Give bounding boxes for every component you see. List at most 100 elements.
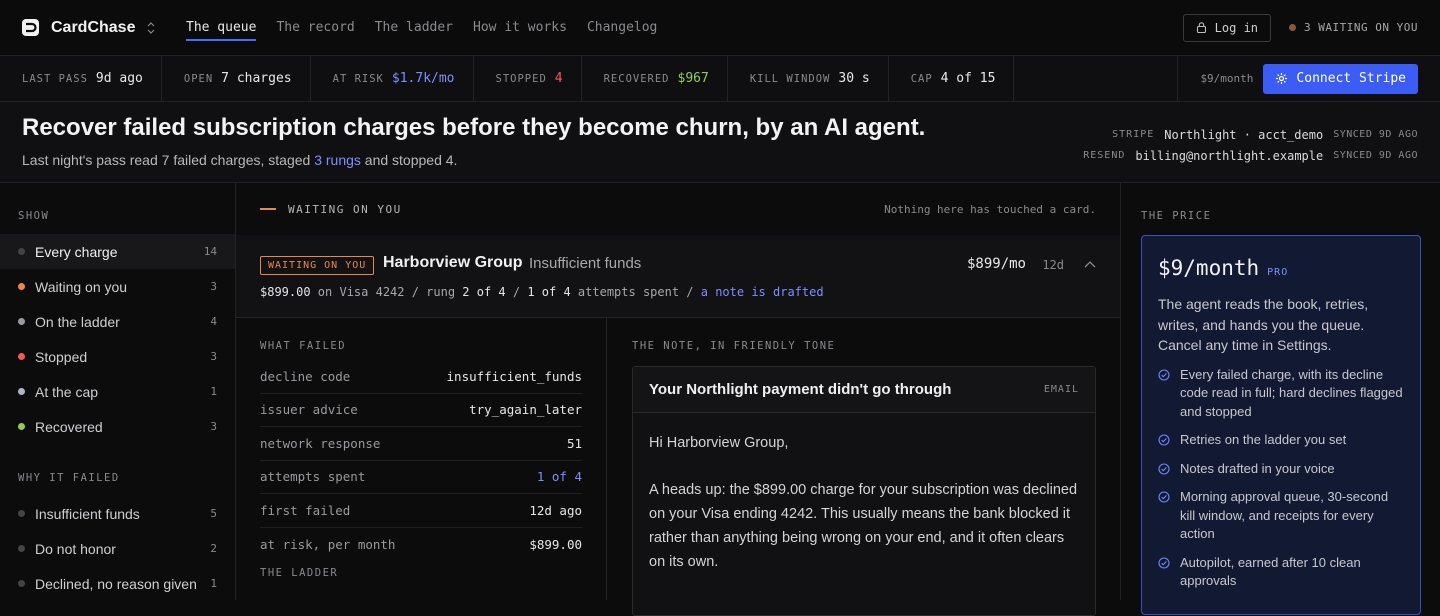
- filter-stopped[interactable]: Stopped 3: [0, 339, 235, 374]
- check-circle-icon: [1158, 368, 1170, 381]
- note-preview[interactable]: Your Northlight payment didn't go throug…: [632, 366, 1096, 616]
- page-subtitle: Last night's pass read 7 failed charges,…: [22, 152, 457, 168]
- detail-value: 1 of 4: [536, 469, 582, 485]
- line-attempts: 1 of 4: [527, 285, 571, 299]
- stat-kill-window: KILL WINDOW 30 s: [728, 55, 889, 102]
- waiting-label: 3 WAITING ON YOU: [1304, 21, 1418, 34]
- status-dot-icon: [18, 423, 25, 430]
- detail-value: 51: [566, 435, 582, 451]
- filter-count: 14: [203, 245, 217, 258]
- decline-reason: Insufficient funds: [529, 255, 642, 272]
- status-badge: WAITING ON YOU: [260, 256, 375, 275]
- customer-name: Harborview Group: [383, 254, 523, 271]
- note-subject: Your Northlight payment didn't go throug…: [649, 381, 952, 398]
- filter-label: Waiting on you: [35, 278, 128, 295]
- failure-detail-row: attempts spent 1 of 4: [260, 461, 582, 494]
- price-feature: Retries on the ladder you set: [1158, 431, 1404, 450]
- failure-detail-row: issuer advice try_again_later: [260, 394, 582, 427]
- status-dot-icon: [18, 318, 25, 325]
- login-button[interactable]: Log in: [1182, 13, 1272, 42]
- detail-key: decline code: [260, 368, 351, 384]
- filter-count: 3: [210, 280, 217, 293]
- status-dot-icon: [18, 248, 25, 255]
- detail-value: try_again_later: [469, 402, 582, 418]
- failure-detail-row: first failed 12d ago: [260, 494, 582, 528]
- filter-count: 1: [210, 577, 217, 590]
- detail-key: at risk, per month: [260, 536, 396, 552]
- feature-text: Autopilot, earned after 10 clean approva…: [1180, 554, 1361, 589]
- queue-section-title: WAITING ON YOU: [288, 202, 402, 216]
- filter-waiting-on-you[interactable]: Waiting on you 3: [0, 269, 235, 304]
- filter-count: 4: [210, 315, 217, 328]
- queue-section-header: WAITING ON YOU Nothing here has touched …: [236, 183, 1120, 235]
- tab-queue[interactable]: The queue: [186, 0, 257, 56]
- charge-card-header[interactable]: WAITING ON YOU Harborview Group Insuffic…: [236, 235, 1120, 318]
- filter-sidebar: SHOW Every charge 14 Waiting on you 3 On the…: [0, 183, 236, 600]
- reason-filter-declined-no-reason-given[interactable]: Declined, no reason given 1: [0, 566, 235, 601]
- detail-key: attempts spent: [260, 469, 366, 485]
- meta-synced: SYNCED 9D AGO: [1333, 150, 1418, 161]
- chevron-updown-icon: [147, 21, 155, 34]
- note-panel: THE NOTE, IN FRIENDLY TONE Your Northlig…: [608, 318, 1120, 616]
- reason-filter-insufficient-funds[interactable]: Insufficient funds 5: [0, 496, 235, 531]
- feature-text: Morning approval queue, 30-second kill w…: [1180, 489, 1389, 541]
- subtitle-text: Last night's pass read 7 failed charges,…: [22, 152, 315, 168]
- meta-value: billing@northlight.example: [1135, 148, 1324, 163]
- connect-stripe-button[interactable]: Connect Stripe: [1263, 63, 1418, 94]
- accent-bar: [260, 208, 276, 210]
- stat-key: RECOVERED: [603, 72, 670, 85]
- stat-key: AT RISK: [332, 72, 384, 85]
- tab-changelog[interactable]: Changelog: [587, 0, 657, 56]
- meta-label: RESEND: [1083, 150, 1126, 161]
- tab-ladder[interactable]: The ladder: [375, 0, 453, 56]
- charge-amount: $899/mo: [966, 256, 1026, 272]
- meta-label: STRIPE: [1112, 129, 1155, 140]
- stat-key: KILL WINDOW: [749, 72, 831, 85]
- queue-section-note: Nothing here has touched a card.: [884, 202, 1096, 216]
- brand-switcher[interactable]: CardChase: [22, 19, 186, 37]
- detail-key: first failed: [260, 502, 351, 518]
- filter-recovered[interactable]: Recovered 3: [0, 409, 235, 444]
- check-circle-icon: [1158, 434, 1170, 446]
- meta-synced: SYNCED 9D AGO: [1333, 129, 1418, 140]
- filter-on-the-ladder[interactable]: On the ladder 4: [0, 304, 235, 339]
- price-section-title: THE PRICE: [1141, 210, 1212, 222]
- chevron-up-icon[interactable]: [1084, 255, 1096, 273]
- filter-count: 3: [210, 350, 217, 363]
- login-label: Log in: [1214, 20, 1259, 35]
- reason-filter-do-not-honor[interactable]: Do not honor 2: [0, 531, 235, 566]
- filter-label: Declined, no reason given: [35, 575, 197, 592]
- connect-stripe-label: Connect Stripe: [1296, 71, 1406, 86]
- what-failed-panel: WHAT FAILED decline code insufficient_fun…: [236, 318, 607, 600]
- price-feature: Morning approval queue, 30-second kill w…: [1158, 488, 1404, 544]
- ladder-title: THE LADDER: [260, 567, 339, 579]
- note-greeting: Hi Harborview Group,: [649, 435, 789, 451]
- detail-value: 12d ago: [529, 502, 582, 518]
- line-sep: /: [505, 285, 528, 299]
- tab-how-it-works[interactable]: How it works: [473, 0, 567, 56]
- tab-record[interactable]: The record: [276, 0, 354, 56]
- stat-stopped: STOPPED 4: [474, 55, 582, 102]
- failure-detail-row: decline code insufficient_funds: [260, 360, 582, 394]
- stat-at-risk: AT RISK $1.7k/mo: [311, 55, 474, 102]
- note-drafted-link[interactable]: a note is drafted: [701, 285, 824, 299]
- line-rung: 2 of 4: [462, 285, 506, 299]
- top-nav: CardChase The queue The record The ladde…: [0, 0, 1440, 56]
- stat-value: $1.7k/mo: [391, 71, 455, 86]
- status-dot-icon: [18, 388, 25, 395]
- status-dot-icon: [18, 283, 25, 290]
- stat-open: OPEN 7 charges: [162, 55, 311, 102]
- waiting-indicator[interactable]: 3 WAITING ON YOU: [1289, 21, 1418, 34]
- filter-count: 2: [210, 542, 217, 555]
- stat-value: 4 of 15: [940, 71, 996, 86]
- note-channel: EMAIL: [1043, 384, 1079, 395]
- stat-value: 30 s: [838, 71, 870, 86]
- filter-every-charge[interactable]: Every charge 14: [0, 234, 235, 269]
- filter-at-the-cap[interactable]: At the cap 1: [0, 374, 235, 409]
- stat-cap: CAP 4 of 15: [889, 55, 1015, 102]
- note-title: THE NOTE, IN FRIENDLY TONE: [632, 340, 836, 352]
- filter-label: On the ladder: [35, 313, 120, 330]
- rungs-link[interactable]: 3 rungs: [314, 152, 361, 168]
- filter-label: Do not honor: [35, 540, 116, 557]
- feature-text: Every failed charge, with its decline co…: [1180, 366, 1403, 419]
